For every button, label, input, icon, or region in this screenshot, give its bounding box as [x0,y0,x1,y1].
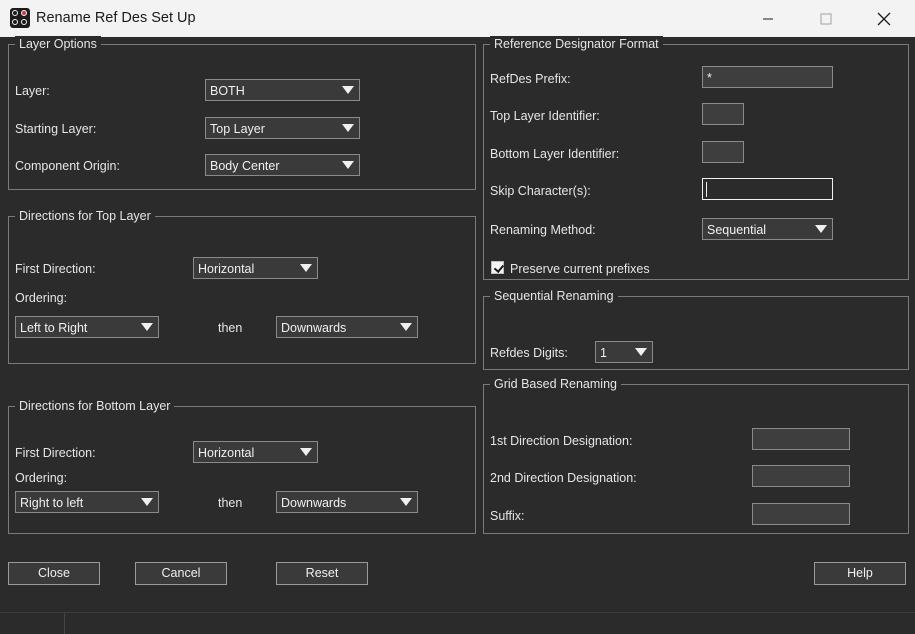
preserve-prefixes-checkbox[interactable] [491,261,504,274]
bottom-first-direction-select[interactable]: Horizontal [193,441,318,463]
suffix-label: Suffix: [490,509,525,523]
top-ordering-2-value: Downwards [281,321,347,335]
top-first-direction-select[interactable]: Horizontal [193,257,318,279]
chevron-down-icon [635,348,647,356]
close-window-button[interactable] [855,0,913,37]
chevron-down-icon [342,124,354,132]
close-icon [877,12,891,25]
chevron-down-icon [342,86,354,94]
refdes-digits-label: Refdes Digits: [490,346,568,360]
starting-layer-select-value: Top Layer [210,122,265,136]
status-separator [64,613,65,634]
bottom-identifier-input[interactable] [702,141,744,163]
chevron-down-icon [141,323,153,331]
maximize-button[interactable] [797,0,855,37]
refdes-digits-value: 1 [600,346,607,360]
chevron-down-icon [300,264,312,272]
close-button[interactable]: Close [8,562,100,585]
starting-layer-label: Starting Layer: [15,122,97,136]
suffix-input[interactable] [752,503,850,525]
bottom-directions-title: Directions for Bottom Layer [15,398,175,414]
refdes-digits-select[interactable]: 1 [595,341,653,363]
status-bar [0,612,915,634]
chevron-down-icon [400,323,412,331]
top-first-direction-label: First Direction: [15,262,96,276]
second-direction-designation-input[interactable] [752,465,850,487]
reset-button[interactable]: Reset [276,562,368,585]
chevron-down-icon [141,498,153,506]
bottom-ordering-2-select[interactable]: Downwards [276,491,418,513]
top-directions-group: Directions for Top Layer [8,208,476,364]
component-origin-select[interactable]: Body Center [205,154,360,176]
component-origin-label: Component Origin: [15,159,120,173]
bottom-ordering-1-value: Right to left [20,496,84,510]
preserve-prefixes-label: Preserve current prefixes [510,262,650,276]
bottom-then-label: then [218,496,243,510]
maximize-icon [820,13,832,24]
renaming-method-value: Sequential [707,223,767,237]
second-direction-designation-label: 2nd Direction Designation: [490,471,637,485]
text-caret [706,182,707,197]
chevron-down-icon [400,498,412,506]
renaming-method-select[interactable]: Sequential [702,218,833,240]
refdes-prefix-input[interactable]: * [702,66,833,88]
top-ordering-2-select[interactable]: Downwards [276,316,418,338]
skip-characters-input[interactable] [702,178,833,200]
skip-characters-label: Skip Character(s): [490,184,591,198]
app-logo-icon [10,8,30,28]
layer-label: Layer: [15,84,50,98]
minimize-icon [763,18,773,19]
cancel-button[interactable]: Cancel [135,562,227,585]
layer-options-title: Layer Options [15,36,101,52]
top-identifier-label: Top Layer Identifier: [490,109,600,123]
bottom-directions-group: Directions for Bottom Layer [8,398,476,534]
component-origin-select-value: Body Center [210,159,280,173]
top-then-label: then [218,321,243,335]
top-ordering-1-value: Left to Right [20,321,88,335]
refdes-prefix-value: * [707,71,712,85]
top-directions-title: Directions for Top Layer [15,208,155,224]
window-title: Rename Ref Des Set Up [36,10,196,26]
starting-layer-select[interactable]: Top Layer [205,117,360,139]
first-direction-designation-input[interactable] [752,428,850,450]
bottom-ordering-2-value: Downwards [281,496,347,510]
chevron-down-icon [815,225,827,233]
first-direction-designation-label: 1st Direction Designation: [490,434,633,448]
grid-renaming-title: Grid Based Renaming [490,376,621,392]
bottom-ordering-label: Ordering: [15,471,68,485]
top-first-direction-value: Horizontal [198,262,255,276]
chevron-down-icon [300,448,312,456]
layer-select[interactable]: BOTH [205,79,360,101]
top-identifier-input[interactable] [702,103,744,125]
renaming-method-label: Renaming Method: [490,223,596,237]
minimize-button[interactable] [739,0,797,37]
bottom-first-direction-value: Horizontal [198,446,255,460]
top-ordering-1-select[interactable]: Left to Right [15,316,159,338]
refdes-format-title: Reference Designator Format [490,36,663,52]
bottom-ordering-1-select[interactable]: Right to left [15,491,159,513]
bottom-first-direction-label: First Direction: [15,446,96,460]
bottom-identifier-label: Bottom Layer Identifier: [490,147,620,161]
top-ordering-label: Ordering: [15,291,68,305]
title-bar[interactable]: Rename Ref Des Set Up [0,0,915,37]
sequential-renaming-title: Sequential Renaming [490,288,618,304]
chevron-down-icon [342,161,354,169]
help-button[interactable]: Help [814,562,906,585]
refdes-prefix-label: RefDes Prefix: [490,72,571,86]
layer-select-value: BOTH [210,84,245,98]
